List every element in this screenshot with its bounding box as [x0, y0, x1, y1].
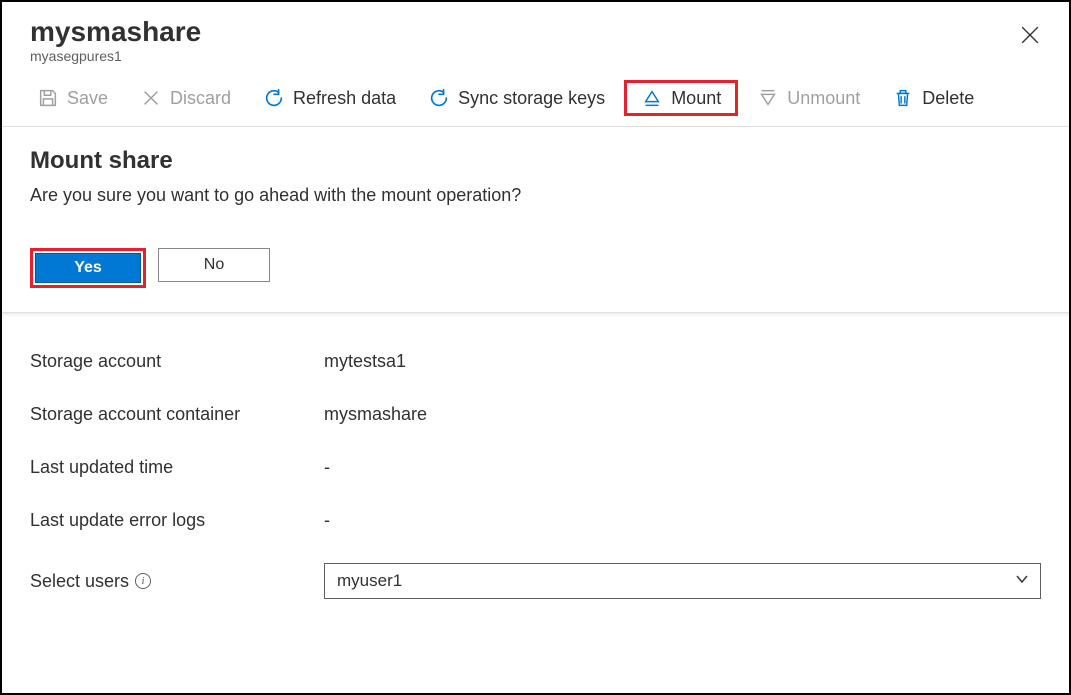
select-users-value: myuser1	[337, 571, 402, 591]
page-title: mysmashare	[30, 16, 1041, 48]
toolbar: Save Discard Refresh data Sync storage k…	[2, 66, 1069, 127]
mount-confirm-panel: Mount share Are you sure you want to go …	[2, 127, 1069, 313]
info-icon[interactable]: i	[135, 573, 151, 589]
select-users-dropdown[interactable]: myuser1	[324, 563, 1041, 599]
container-value: mysmashare	[324, 404, 1041, 425]
sync-icon	[428, 87, 450, 109]
delete-label: Delete	[922, 88, 974, 109]
yes-button[interactable]: Yes	[35, 253, 141, 283]
dialog-buttons: Yes No	[30, 248, 1041, 288]
mount-dialog-question: Are you sure you want to go ahead with t…	[30, 185, 1041, 206]
container-row: Storage account container mysmashare	[30, 388, 1041, 441]
unmount-button: Unmount	[744, 80, 873, 116]
sync-button[interactable]: Sync storage keys	[415, 80, 618, 116]
save-button: Save	[24, 80, 121, 116]
mount-dialog-title: Mount share	[30, 147, 1041, 175]
page-subtitle: myasegpures1	[30, 48, 1041, 64]
details-section: Storage account mytestsa1 Storage accoun…	[2, 313, 1069, 615]
refresh-button[interactable]: Refresh data	[250, 80, 409, 116]
unmount-label: Unmount	[787, 88, 860, 109]
delete-icon	[892, 87, 914, 109]
no-button[interactable]: No	[158, 248, 270, 282]
refresh-icon	[263, 87, 285, 109]
error-logs-label: Last update error logs	[30, 510, 324, 531]
discard-icon	[140, 87, 162, 109]
select-users-row: Select users i myuser1	[30, 547, 1041, 615]
discard-label: Discard	[170, 88, 231, 109]
mount-icon	[641, 87, 663, 109]
mount-label: Mount	[671, 88, 721, 109]
storage-account-row: Storage account mytestsa1	[30, 335, 1041, 388]
discard-button: Discard	[127, 80, 244, 116]
close-icon	[1021, 26, 1039, 44]
select-users-label-text: Select users	[30, 571, 129, 592]
delete-button[interactable]: Delete	[879, 80, 987, 116]
storage-account-label: Storage account	[30, 351, 324, 372]
chevron-down-icon	[1014, 571, 1030, 592]
save-label: Save	[67, 88, 108, 109]
panel-header: mysmashare myasegpures1	[2, 2, 1069, 66]
last-updated-row: Last updated time -	[30, 441, 1041, 494]
error-logs-value: -	[324, 510, 1041, 531]
mount-button[interactable]: Mount	[624, 80, 738, 116]
error-logs-row: Last update error logs -	[30, 494, 1041, 547]
last-updated-value: -	[324, 457, 1041, 478]
storage-account-value: mytestsa1	[324, 351, 1041, 372]
select-users-label: Select users i	[30, 571, 324, 592]
container-label: Storage account container	[30, 404, 324, 425]
yes-button-highlight: Yes	[30, 248, 146, 288]
close-button[interactable]	[1019, 24, 1041, 46]
unmount-icon	[757, 87, 779, 109]
last-updated-label: Last updated time	[30, 457, 324, 478]
save-icon	[37, 87, 59, 109]
sync-label: Sync storage keys	[458, 88, 605, 109]
refresh-label: Refresh data	[293, 88, 396, 109]
